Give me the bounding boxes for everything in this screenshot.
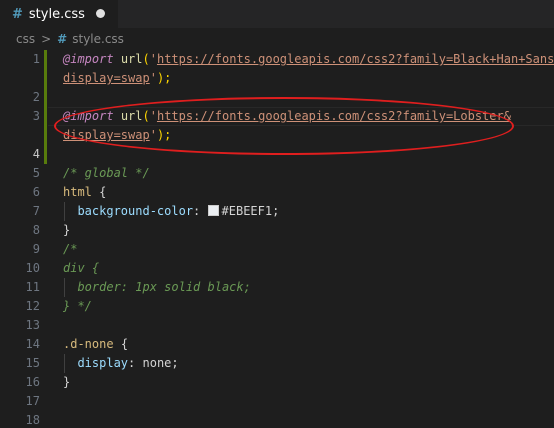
- breadcrumb-file[interactable]: style.css: [72, 32, 124, 46]
- line-number: 7: [32, 204, 40, 218]
- open-brace: {: [120, 337, 129, 351]
- code-line-10: div {: [63, 259, 99, 278]
- css-file-icon: #: [57, 32, 68, 46]
- code-line-11: border: 1px solid black;: [63, 278, 251, 297]
- open-brace: {: [99, 185, 107, 199]
- line-number: 5: [32, 166, 40, 180]
- d-none-selector: .d-none: [63, 337, 114, 351]
- chevron-right-icon: >: [41, 32, 52, 46]
- line-number: 4: [32, 147, 40, 161]
- unsaved-dot-icon[interactable]: [96, 9, 105, 18]
- code-line-12: } */: [63, 297, 92, 316]
- tab-style-css[interactable]: # style.css: [0, 0, 118, 28]
- code-line-9: /*: [63, 240, 77, 259]
- line-number: 12: [25, 299, 40, 313]
- breadcrumb-folder[interactable]: css: [16, 32, 35, 46]
- line-number: 10: [25, 261, 40, 275]
- close-paren: );: [156, 71, 172, 85]
- css-hash-icon: #: [12, 6, 23, 22]
- line-number: 3: [32, 109, 40, 123]
- code-line-1: @import url('https://fonts.googleapis.co…: [63, 50, 554, 69]
- line-number: 16: [25, 375, 40, 389]
- line-number: 1: [32, 52, 40, 66]
- colon: :: [128, 356, 136, 370]
- close-brace: }: [63, 223, 71, 237]
- line-number: 18: [25, 413, 40, 427]
- color-swatch[interactable]: [207, 205, 219, 216]
- comment-border: border: 1px solid black;: [77, 280, 251, 294]
- display-value: none: [142, 356, 172, 370]
- line-number: 13: [25, 318, 40, 332]
- import-url-link[interactable]: display=swap: [63, 71, 150, 85]
- editor-window: # style.css css > # style.css 1 2 3 4 5 …: [0, 0, 554, 428]
- code-line-14: .d-none {: [63, 335, 128, 354]
- comment-div: div {: [63, 261, 100, 275]
- red-annotation-circle: [54, 97, 514, 155]
- import-keyword: @import: [63, 52, 114, 66]
- import-url-link[interactable]: https://fonts.googleapis.com/css2?family…: [157, 52, 554, 66]
- quote: ': [149, 71, 157, 85]
- code-line-8: }: [63, 221, 70, 240]
- close-brace: }: [63, 375, 71, 389]
- tab-bar: # style.css: [0, 0, 554, 28]
- code-line-1-wrap: display=swap');: [63, 69, 171, 88]
- url-function: url: [120, 52, 143, 66]
- code-line-7: background-color: #EBEEF1;: [63, 202, 279, 221]
- display-property: display: [77, 356, 129, 370]
- code-line-16: }: [63, 373, 70, 392]
- semicolon: ;: [171, 356, 179, 370]
- comment-close: } */: [63, 299, 92, 313]
- html-selector: html: [63, 185, 92, 199]
- code-editor[interactable]: 1 2 3 4 5 6 7 8 9 10 11 12 13 14 15 16 1…: [0, 50, 554, 428]
- line-number: 11: [25, 280, 40, 294]
- code-line-15: display: none;: [63, 354, 179, 373]
- code-line-6: html {: [63, 183, 106, 202]
- git-added-indicator: [44, 50, 47, 164]
- quote: ': [149, 52, 157, 66]
- line-number: 8: [32, 223, 40, 237]
- line-number: 17: [25, 394, 40, 408]
- colon: :: [193, 204, 201, 218]
- line-number: 2: [32, 90, 40, 104]
- line-number: 14: [25, 337, 40, 351]
- code-line-5: /* global */: [63, 164, 150, 183]
- comment-global: /* global */: [63, 166, 150, 180]
- background-color-value: #EBEEF1: [221, 204, 273, 218]
- semicolon: ;: [272, 204, 280, 218]
- background-color-property: background-color: [77, 204, 194, 218]
- line-number: 9: [32, 242, 40, 256]
- line-number: 15: [25, 356, 40, 370]
- comment-open: /*: [63, 242, 78, 256]
- breadcrumb: css > # style.css: [0, 28, 554, 50]
- tab-label: style.css: [28, 6, 85, 22]
- open-paren: (: [142, 52, 150, 66]
- line-number: 6: [32, 185, 40, 199]
